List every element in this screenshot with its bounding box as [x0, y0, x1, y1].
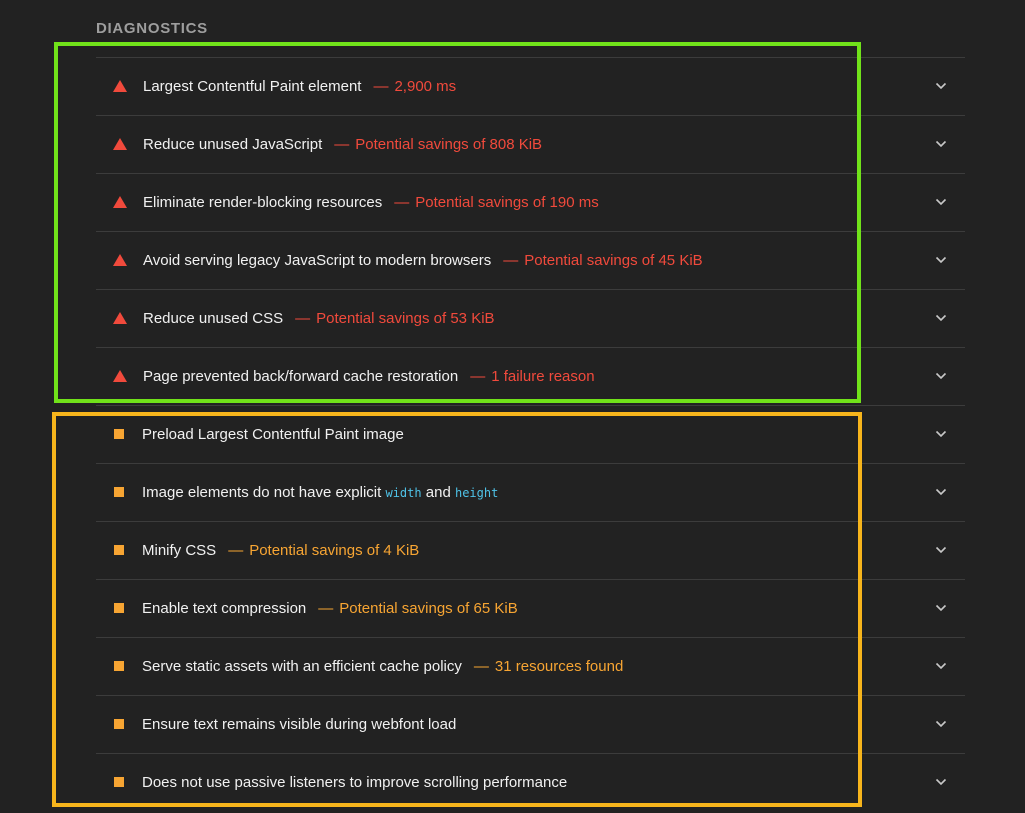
audit-row-preload-lcp-image[interactable]: Preload Largest Contentful Paint image: [96, 406, 965, 464]
triangle-warning-icon: [113, 80, 127, 92]
audit-row-legacy-javascript[interactable]: Avoid serving legacy JavaScript to moder…: [96, 232, 965, 290]
square-average-icon: [114, 661, 124, 671]
audit-title: Avoid serving legacy JavaScript to moder…: [143, 252, 492, 269]
triangle-warning-icon: [113, 254, 127, 266]
audit-row-reduce-unused-javascript[interactable]: Reduce unused JavaScript — Potential savin…: [96, 116, 965, 174]
triangle-warning-icon: [113, 312, 127, 324]
chevron-down-icon[interactable]: [935, 660, 947, 672]
audit-title: Ensure text remains visible during webfo…: [142, 716, 457, 733]
audit-display-value: Potential savings of 65 KiB: [339, 600, 518, 617]
audit-title: Serve static assets with an efficient ca…: [142, 658, 462, 675]
square-average-icon: [114, 719, 124, 729]
audit-display-value: 31 resources found: [494, 658, 624, 675]
code-height: height: [454, 486, 499, 500]
audit-title: Largest Contentful Paint element: [143, 78, 362, 95]
audit-title: Enable text compression: [142, 600, 307, 617]
audit-row-largest-contentful-paint-element[interactable]: Largest Contentful Paint element — 2,900 m…: [96, 58, 965, 116]
audit-separator: —: [318, 600, 334, 617]
square-average-icon: [114, 603, 124, 613]
audit-separator: —: [394, 194, 410, 211]
audit-row-unsized-images[interactable]: Image elements do not have explicit widt…: [96, 464, 965, 522]
audit-separator: —: [473, 658, 489, 675]
audit-separator: —: [334, 136, 350, 153]
audit-title: Does not use passive listeners to improv…: [142, 774, 568, 791]
audit-title-text: Image elements do not have explicit: [142, 484, 386, 501]
chevron-down-icon[interactable]: [935, 254, 947, 266]
audit-display-value: 1 failure reason: [491, 368, 595, 385]
square-average-icon: [114, 545, 124, 555]
triangle-warning-icon: [113, 370, 127, 382]
triangle-warning-icon: [113, 196, 127, 208]
section-title-diagnostics: DIAGNOSTICS: [96, 20, 208, 37]
code-width: width: [385, 486, 422, 500]
audit-separator: —: [228, 542, 244, 559]
square-average-icon: [114, 429, 124, 439]
chevron-down-icon[interactable]: [935, 80, 947, 92]
audit-row-minify-css[interactable]: Minify CSS — Potential savings of 4 KiB: [96, 522, 965, 580]
audit-separator: —: [470, 368, 486, 385]
audit-display-value: Potential savings of 808 KiB: [355, 136, 543, 153]
chevron-down-icon[interactable]: [935, 776, 947, 788]
audit-row-cache-policy[interactable]: Serve static assets with an efficient ca…: [96, 638, 965, 696]
chevron-down-icon[interactable]: [935, 196, 947, 208]
chevron-down-icon[interactable]: [935, 486, 947, 498]
audit-separator: —: [503, 252, 519, 269]
audit-separator: —: [295, 310, 311, 327]
audit-display-value: Potential savings of 53 KiB: [316, 310, 495, 327]
audit-row-eliminate-render-blocking-resources[interactable]: Eliminate render-blocking resources — Pote…: [96, 174, 965, 232]
square-average-icon: [114, 487, 124, 497]
chevron-down-icon[interactable]: [935, 312, 947, 324]
audit-row-passive-listeners[interactable]: Does not use passive listeners to improv…: [96, 754, 965, 811]
chevron-down-icon[interactable]: [935, 370, 947, 382]
audit-separator: —: [373, 78, 389, 95]
audit-title: Preload Largest Contentful Paint image: [142, 426, 404, 443]
chevron-down-icon[interactable]: [935, 138, 947, 150]
audit-display-value: Potential savings of 190 ms: [415, 194, 599, 211]
audit-title: Reduce unused JavaScript: [143, 136, 323, 153]
audit-title-text: and: [421, 484, 455, 501]
triangle-warning-icon: [113, 138, 127, 150]
chevron-down-icon[interactable]: [935, 718, 947, 730]
square-average-icon: [114, 777, 124, 787]
diagnostics-audit-list: Largest Contentful Paint element — 2,900 m…: [96, 57, 965, 811]
chevron-down-icon[interactable]: [935, 602, 947, 614]
audit-row-text-compression[interactable]: Enable text compression — Potential saving…: [96, 580, 965, 638]
audit-row-font-display[interactable]: Ensure text remains visible during webfo…: [96, 696, 965, 754]
audit-title: Page prevented back/forward cache restor…: [143, 368, 459, 385]
chevron-down-icon[interactable]: [935, 428, 947, 440]
audit-row-reduce-unused-css[interactable]: Reduce unused CSS — Potential savings of 5…: [96, 290, 965, 348]
audit-display-value: Potential savings of 45 KiB: [524, 252, 703, 269]
chevron-down-icon[interactable]: [935, 544, 947, 556]
audit-title: Minify CSS: [142, 542, 217, 559]
audit-display-value: Potential savings of 4 KiB: [249, 542, 420, 559]
audit-title: Eliminate render-blocking resources: [143, 194, 383, 211]
audit-display-value: 2,900 ms: [394, 78, 457, 95]
audit-row-bf-cache[interactable]: Page prevented back/forward cache restor…: [96, 348, 965, 406]
audit-title: Reduce unused CSS: [143, 310, 284, 327]
